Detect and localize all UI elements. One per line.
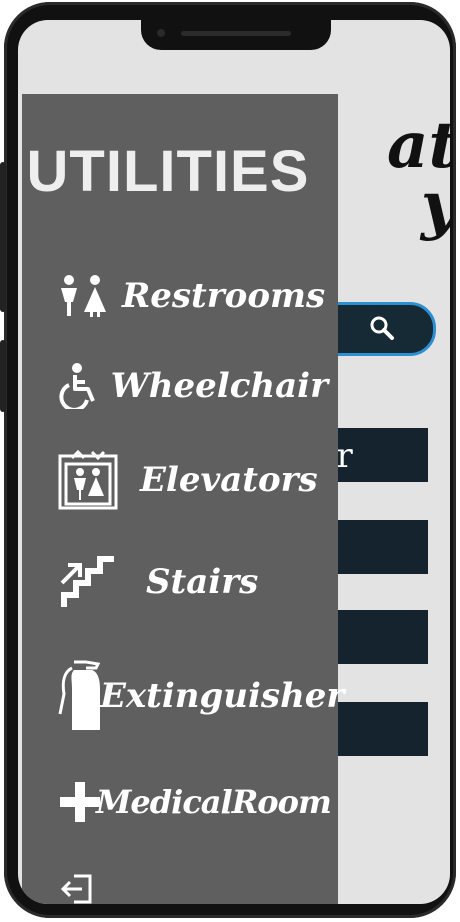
drawer-item-extinguisher[interactable]: Extinguisher: [58, 654, 344, 738]
drawer-item-stairs[interactable]: Stairs: [58, 552, 328, 612]
logout-icon[interactable]: [60, 874, 94, 904]
drawer-item-label: Restrooms: [122, 276, 326, 316]
screen: at y or UTILITIES: [18, 20, 450, 904]
stairs-icon: [58, 552, 122, 612]
drawer-item-label: Elevators: [140, 460, 318, 500]
side-button: [0, 162, 6, 312]
drawer-title: UTILITIES: [26, 139, 310, 204]
navigation-drawer: UTILITIES Restrooms Wheelchair Elevators…: [22, 94, 344, 904]
front-camera: [157, 29, 165, 37]
notch: [141, 20, 331, 50]
fire-extinguisher-icon: [58, 654, 104, 738]
drawer-item-label: Extinguisher: [100, 676, 345, 716]
drawer-item-label: MedicalRoom: [96, 783, 332, 821]
wheelchair-icon: [58, 356, 111, 416]
drawer-item-wheelchair[interactable]: Wheelchair: [58, 356, 328, 416]
drawer-item-elevators[interactable]: Elevators: [58, 450, 328, 510]
side-button: [0, 340, 6, 412]
elevator-icon: [58, 448, 122, 512]
drawer-item-label: Stairs: [146, 562, 259, 602]
restroom-icon: [58, 266, 122, 326]
phone-frame: at y or UTILITIES: [0, 2, 456, 918]
drawer-item-label: Wheelchair: [110, 366, 328, 406]
drawer-item-medical-room[interactable]: MedicalRoom: [58, 772, 332, 832]
drawer-item-restrooms[interactable]: Restrooms: [58, 266, 328, 326]
speaker-grille: [181, 31, 291, 36]
search-icon[interactable]: [369, 315, 395, 341]
